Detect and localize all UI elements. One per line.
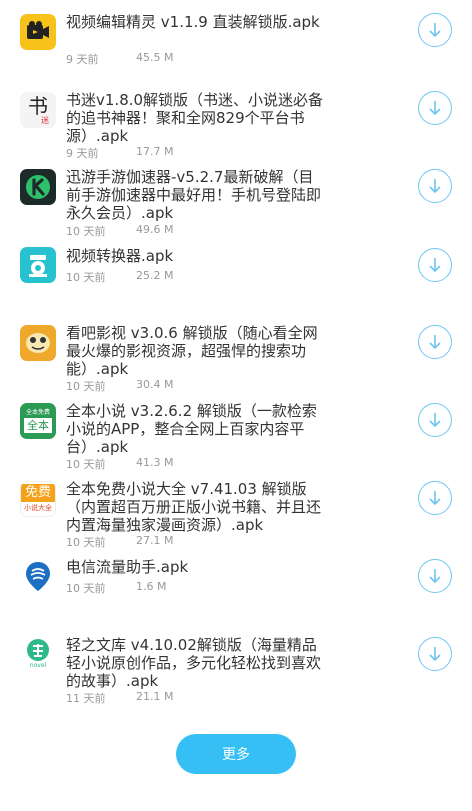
item-date: 10 天前 xyxy=(66,271,106,284)
download-arrow-icon xyxy=(429,491,441,506)
download-arrow-icon xyxy=(429,101,441,116)
item-date: 10 天前 xyxy=(66,380,106,393)
novel-icon: novel xyxy=(20,636,56,672)
download-button[interactable] xyxy=(418,248,452,282)
item-date: 10 天前 xyxy=(66,458,106,471)
item-meta: 11 天前 21.1 M xyxy=(66,690,173,706)
download-arrow-icon xyxy=(429,647,441,662)
item-date: 10 天前 xyxy=(66,536,106,549)
video-converter-icon xyxy=(20,247,56,283)
download-button[interactable] xyxy=(418,481,452,515)
download-button[interactable] xyxy=(418,91,452,125)
item-size: 30.4 M xyxy=(136,378,174,391)
download-button[interactable] xyxy=(418,403,452,437)
item-size: 49.6 M xyxy=(136,223,174,236)
free-novel-icon: 免费 小说大全 xyxy=(20,481,56,517)
quanben-icon: 全本免费 全本 xyxy=(20,403,56,439)
item-date: 10 天前 xyxy=(66,225,106,238)
item-size: 41.3 M xyxy=(136,456,174,469)
item-meta: 9 天前 45.5 M xyxy=(66,51,173,67)
item-meta: 10 天前 30.4 M xyxy=(66,378,173,394)
item-size: 21.1 M xyxy=(136,690,174,703)
item-size: 25.2 M xyxy=(136,269,174,282)
item-title[interactable]: 全本免费小说大全 v7.41.03 解锁版（内置超百万册正版小说书籍、并且还内置… xyxy=(66,480,328,534)
item-title[interactable]: 视频编辑精灵 v1.1.9 直装解锁版.apk xyxy=(66,13,328,31)
download-button[interactable] xyxy=(418,637,452,671)
item-meta: 9 天前 17.7 M xyxy=(66,145,173,161)
download-button[interactable] xyxy=(418,559,452,593)
download-arrow-icon xyxy=(429,569,441,584)
item-date: 9 天前 xyxy=(66,147,99,160)
download-arrow-icon xyxy=(429,258,441,273)
shumi-icon: 书 迷 xyxy=(20,92,56,128)
item-title[interactable]: 迅游手游伽速器-v5.2.7最新破解（目前手游伽速器中最好用！手机号登陆即永久会… xyxy=(66,168,328,222)
item-meta: 10 天前 1.6 M xyxy=(66,580,166,596)
download-button[interactable] xyxy=(418,169,452,203)
telecom-icon xyxy=(20,558,56,594)
download-button[interactable] xyxy=(418,13,452,47)
download-arrow-icon xyxy=(429,23,441,38)
download-arrow-icon xyxy=(429,179,441,194)
download-arrow-icon xyxy=(429,335,441,350)
item-meta: 10 天前 27.1 M xyxy=(66,534,173,550)
item-title[interactable]: 轻之文库 v4.10.02解锁版（海量精品轻小说原创作品，多元化轻松找到喜欢的故… xyxy=(66,636,328,690)
item-date: 9 天前 xyxy=(66,53,99,66)
video-editor-icon xyxy=(20,14,56,50)
item-title[interactable]: 书迷v1.8.0解锁版（书迷、小说迷必备的追书神器！聚和全网829个平台书源）.… xyxy=(66,91,328,145)
item-date: 10 天前 xyxy=(66,582,106,595)
item-title[interactable]: 全本小说 v3.2.6.2 解锁版（一款检索小说的APP，整合全网上百家内容平台… xyxy=(66,402,328,456)
xunyou-icon xyxy=(20,169,56,205)
item-date: 11 天前 xyxy=(66,692,106,705)
item-title[interactable]: 电信流量助手.apk xyxy=(66,558,328,576)
item-meta: 10 天前 49.6 M xyxy=(66,223,173,239)
item-meta: 10 天前 25.2 M xyxy=(66,269,173,285)
item-title[interactable]: 看吧影视 v3.0.6 解锁版（随心看全网最火爆的影视资源，超强悍的搜索功能）.… xyxy=(66,324,328,378)
item-title[interactable]: 视频转换器.apk xyxy=(66,247,328,265)
download-arrow-icon xyxy=(429,413,441,428)
download-button[interactable] xyxy=(418,325,452,359)
item-size: 27.1 M xyxy=(136,534,174,547)
kanba-icon xyxy=(20,325,56,361)
item-meta: 10 天前 41.3 M xyxy=(66,456,173,472)
item-size: 17.7 M xyxy=(136,145,174,158)
item-size: 45.5 M xyxy=(136,51,174,64)
more-button[interactable]: 更多 xyxy=(176,734,296,774)
item-size: 1.6 M xyxy=(136,580,167,593)
